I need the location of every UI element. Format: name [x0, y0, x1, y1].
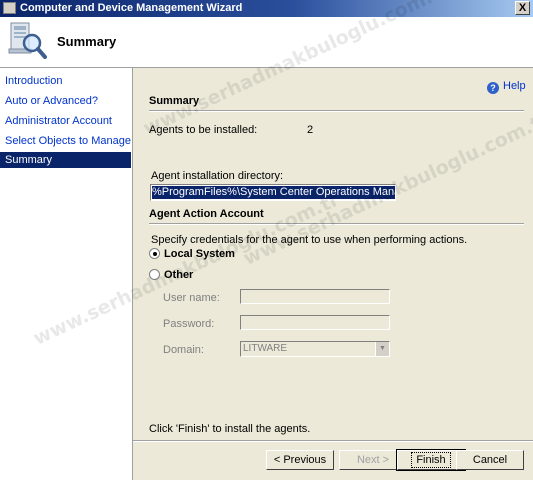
finish-button[interactable]: Finish — [396, 449, 466, 471]
user-name-label: User name: — [163, 292, 220, 304]
cancel-button[interactable]: Cancel — [456, 450, 524, 470]
cancel-label: Cancel — [472, 454, 508, 466]
help-icon: ? — [487, 82, 499, 94]
radio-other[interactable]: Other — [149, 269, 193, 281]
section-summary-heading: Summary — [149, 95, 200, 107]
domain-select[interactable]: LITWARE ▼ — [240, 341, 390, 357]
page-title: Summary — [57, 34, 117, 49]
radio-button[interactable] — [149, 269, 160, 280]
wizard-header: Summary — [0, 17, 533, 68]
wizard-nav: Introduction Auto or Advanced? Administr… — [0, 68, 133, 480]
radio-local-system[interactable]: Local System — [149, 248, 235, 260]
user-name-field[interactable] — [240, 289, 390, 304]
install-dir-input[interactable]: %ProgramFiles%\System Center Operations … — [150, 184, 396, 201]
footer-instructions: Click 'Finish' to install the agents. — [149, 423, 311, 435]
help-link[interactable]: ? Help — [487, 80, 526, 94]
radio-button-checked[interactable] — [149, 248, 160, 259]
content-pane: ? Help Summary Agents to be installed: 2 … — [133, 68, 533, 480]
agents-count: 2 — [307, 124, 314, 136]
computer-search-icon — [8, 22, 47, 59]
domain-value: LITWARE — [243, 343, 288, 354]
agents-label: Agents to be installed: — [149, 124, 258, 136]
nav-item-administrator-account[interactable]: Administrator Account — [0, 113, 131, 129]
finish-label: Finish — [411, 452, 451, 468]
next-label: Next > — [356, 454, 390, 466]
install-dir-value: %ProgramFiles%\System Center Operations … — [152, 186, 395, 199]
nav-item-select-objects[interactable]: Select Objects to Manage — [0, 133, 131, 149]
section-divider — [149, 223, 524, 225]
chevron-down-icon[interactable]: ▼ — [375, 342, 389, 356]
previous-button[interactable]: < Previous — [266, 450, 334, 470]
close-button[interactable]: X — [515, 1, 530, 15]
password-label: Password: — [163, 318, 215, 330]
app-icon — [3, 2, 16, 14]
section-divider — [149, 110, 524, 112]
password-field[interactable] — [240, 315, 390, 330]
previous-label: < Previous — [273, 454, 327, 466]
nav-item-auto-or-advanced[interactable]: Auto or Advanced? — [0, 93, 131, 109]
radio-local-system-label: Local System — [164, 248, 235, 260]
button-bar-divider — [133, 440, 533, 442]
domain-label: Domain: — [163, 344, 204, 356]
account-description: Specify credentials for the agent to use… — [151, 234, 468, 246]
nav-item-summary[interactable]: Summary — [0, 152, 131, 168]
title-bar[interactable]: Computer and Device Management Wizard X — [0, 0, 533, 17]
window-title: Computer and Device Management Wizard — [20, 2, 243, 14]
help-label: Help — [503, 80, 526, 92]
install-dir-label: Agent installation directory: — [151, 170, 284, 182]
radio-other-label: Other — [164, 269, 194, 281]
nav-item-introduction[interactable]: Introduction — [0, 73, 131, 89]
section-account-heading: Agent Action Account — [149, 208, 264, 220]
